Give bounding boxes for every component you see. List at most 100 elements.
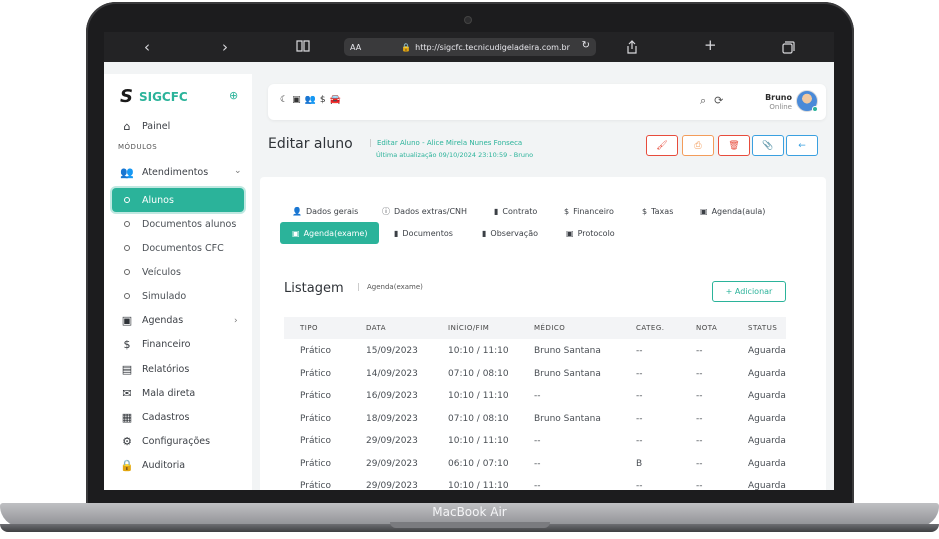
- table-row[interactable]: Prático 16/09/2023 10:10 / 11:10 -- -- -- Agua…: [284, 391, 786, 409]
- tab-label: Protocolo: [577, 228, 615, 238]
- sidebar-item-atendimentos[interactable]: 👥 Atendimentos: [120, 162, 208, 182]
- refresh-icon[interactable]: ⟳: [714, 94, 731, 107]
- add-button[interactable]: + Adicionar: [712, 281, 786, 302]
- table-row[interactable]: Prático 29/09/2023 06:10 / 07:10 -- B -- Aguar…: [284, 459, 786, 477]
- chevron-right-icon[interactable]: ›: [222, 38, 228, 56]
- cell-nota: --: [696, 413, 703, 424]
- table-row[interactable]: Prático 15/09/2023 10:10 / 11:10 Bruno Sant…: [284, 346, 786, 364]
- tab-contrato[interactable]: ▮ Contrato: [494, 200, 537, 222]
- brush-button[interactable]: 🖌: [646, 135, 678, 156]
- moon-icon[interactable]: ☾: [280, 95, 292, 105]
- back-button[interactable]: ←: [786, 135, 818, 156]
- table-row[interactable]: Prático 14/09/2023 07:10 / 08:10 Bruno Sant…: [284, 369, 786, 387]
- calendar-icon: ▣: [121, 313, 133, 327]
- cell-tipo: Prático: [300, 413, 331, 424]
- bullet-icon: [124, 245, 130, 251]
- tab-financeiro[interactable]: $ Financeiro: [564, 200, 614, 222]
- cell-status: Aguarda: [748, 413, 786, 424]
- column-header-categ: CATEG.: [636, 324, 665, 332]
- sidebar-item-configuracoes[interactable]: ⚙ Configurações: [120, 431, 210, 451]
- lock-icon: 🔒: [120, 458, 134, 472]
- browser-toolbar: ‹ › AA 🔒 http://sigcfc.tecnicudigeladeir…: [104, 32, 834, 62]
- sidebar-item-painel[interactable]: ⌂ Painel: [120, 116, 171, 136]
- sidebar-subitem-veiculos[interactable]: Veículos: [124, 263, 181, 281]
- cell-nota: --: [696, 391, 703, 401]
- sidebar-item-label: Mala direta: [142, 387, 196, 399]
- calendar-icon[interactable]: ▣: [292, 95, 305, 105]
- cell-categ: --: [636, 436, 643, 446]
- column-header-nota: NOTA: [696, 324, 718, 332]
- cell-inicio-fim: 07:10 / 08:10: [448, 368, 509, 379]
- text-size-button[interactable]: AA: [350, 43, 361, 52]
- sidebar-subitem-documentos-alunos[interactable]: Documentos alunos: [124, 215, 236, 233]
- table-row[interactable]: Prático 29/09/2023 10:10 / 11:10 -- -- -- Agua…: [284, 436, 786, 454]
- sidebar-item-auditoria[interactable]: 🔒 Auditoria: [120, 455, 185, 475]
- online-status-dot: [812, 106, 818, 112]
- chevron-right-icon[interactable]: ›: [234, 316, 238, 326]
- dollar-icon: $: [642, 206, 648, 216]
- chevron-left-icon[interactable]: ‹: [144, 38, 150, 56]
- sidebar-subitem-documentos-cfc[interactable]: Documentos CFC: [124, 239, 224, 257]
- cell-tipo: Prático: [300, 436, 331, 446]
- tab-agenda-aula[interactable]: ▣ Agenda(aula): [700, 200, 765, 222]
- attach-button[interactable]: 📎: [752, 135, 784, 156]
- cell-status: Aguarda: [748, 391, 786, 401]
- mail-icon: ✉: [122, 386, 132, 400]
- cell-status: Aguarda: [748, 481, 786, 490]
- cell-status: Aguarda: [748, 436, 786, 446]
- table-row[interactable]: Prático 29/09/2023 10:10 / 11:10 -- -- -- Agua…: [284, 481, 786, 490]
- sidebar-item-agendas[interactable]: ▣ Agendas: [120, 310, 183, 330]
- tabs-icon[interactable]: [782, 40, 795, 58]
- sidebar-subitem-label: Alunos: [142, 194, 174, 206]
- delete-button[interactable]: 🗑: [718, 135, 750, 156]
- paperclip-icon: 📎: [762, 140, 774, 151]
- sidebar-subitem-label: Veículos: [142, 266, 181, 278]
- reload-icon[interactable]: ↻: [582, 40, 590, 51]
- sidebar-item-financeiro[interactable]: $ Financeiro: [120, 334, 191, 354]
- sidebar-item-cadastros[interactable]: ▦ Cadastros: [120, 407, 190, 427]
- gear-icon: ⚙: [122, 434, 132, 448]
- address-bar[interactable]: AA 🔒 http://sigcfc.tecnicudigeladeira.co…: [344, 38, 596, 56]
- sidebar-subitem-simulado[interactable]: Simulado: [124, 287, 186, 305]
- tab-dados-extras[interactable]: ⓘ Dados extras/CNH: [382, 200, 467, 222]
- page-title: Editar aluno: [268, 136, 353, 152]
- sidebar-item-label: Auditoria: [142, 459, 186, 471]
- tab-label: Contrato: [502, 206, 538, 216]
- app-logo[interactable]: S SIGCFC: [120, 86, 188, 107]
- sidebar-item-relatorios[interactable]: ▤ Relatórios: [120, 359, 190, 379]
- chevron-down-icon[interactable]: ⌄: [234, 166, 242, 176]
- sidebar-toggle-icon[interactable]: ⊕: [229, 89, 238, 102]
- cell-tipo: Prático: [300, 391, 331, 401]
- tab-dados-gerais[interactable]: 👤 Dados gerais: [292, 200, 358, 222]
- cell-categ: --: [636, 413, 643, 424]
- tab-documentos[interactable]: ▮ Documentos: [394, 222, 453, 244]
- new-tab-icon[interactable]: +: [704, 36, 717, 54]
- table-row[interactable]: Prático 18/09/2023 07:10 / 08:10 Bruno Sant…: [284, 414, 786, 432]
- tab-observacao[interactable]: ▮ Observação: [482, 222, 538, 244]
- cell-data: 29/09/2023: [366, 458, 418, 469]
- sidebar-item-mala-direta[interactable]: ✉ Mala direta: [120, 383, 195, 403]
- tab-taxas[interactable]: $ Taxas: [642, 200, 673, 222]
- breadcrumb: Editar Aluno - Alice Mirela Nunes Fonsec…: [370, 139, 522, 147]
- tab-label: Agenda(aula): [711, 206, 766, 216]
- search-icon[interactable]: ⌕: [700, 94, 714, 107]
- sidebar-item-label: Atendimentos: [142, 166, 209, 178]
- tab-label: Agenda(exame): [303, 228, 368, 238]
- sidebar: S SIGCFC ⊕: [104, 74, 252, 490]
- print-button[interactable]: ⎙: [682, 135, 714, 156]
- column-header-status: STATUS: [748, 324, 778, 332]
- cell-status: Aguarda: [748, 368, 786, 379]
- share-icon[interactable]: [626, 40, 638, 58]
- users-icon[interactable]: 👥: [305, 95, 320, 105]
- book-icon[interactable]: [296, 40, 310, 55]
- camera: [465, 17, 471, 23]
- tab-protocolo[interactable]: ▣ Protocolo: [566, 222, 615, 244]
- cell-medico: Bruno Santana: [534, 368, 601, 379]
- dollar-icon[interactable]: $: [320, 95, 330, 105]
- tab-agenda-exame[interactable]: ▣ Agenda(exame): [280, 222, 380, 244]
- cell-medico: Bruno Santana: [534, 413, 601, 424]
- car-icon[interactable]: 🚘: [330, 95, 345, 105]
- tab-label: Dados gerais: [305, 206, 359, 216]
- sidebar-subitem-alunos[interactable]: Alunos: [112, 188, 244, 212]
- url-text: http://sigcfc.tecnicudigeladeira.com.br: [415, 42, 570, 52]
